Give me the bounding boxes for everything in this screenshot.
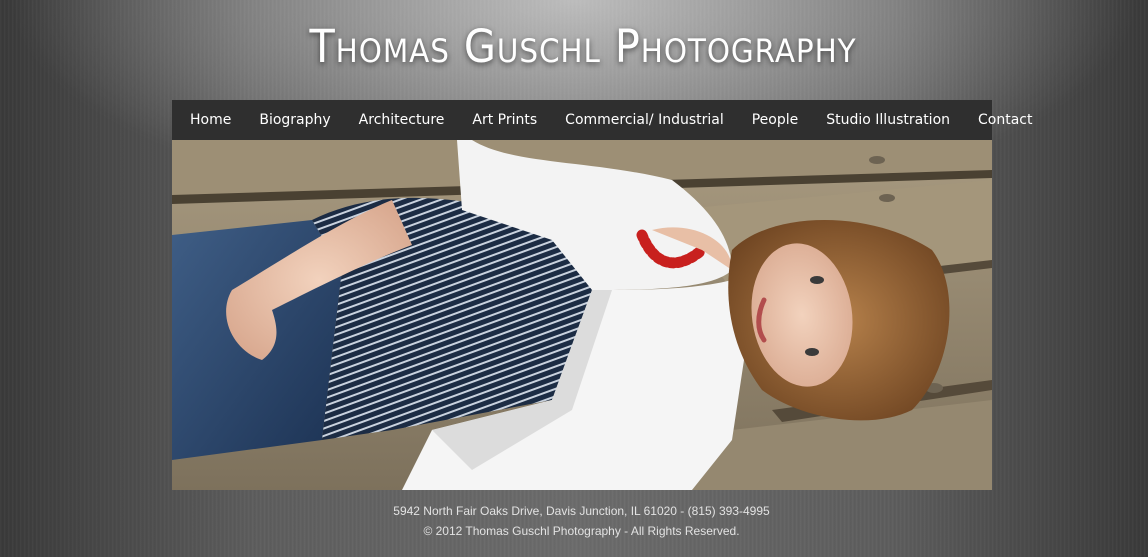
- site-title: Thomas Guschl Photography: [309, 20, 857, 73]
- footer-address: 5942 North Fair Oaks Drive, Davis Juncti…: [393, 504, 770, 518]
- nav-biography[interactable]: Biography: [245, 100, 344, 140]
- nav-commercial-industrial[interactable]: Commercial/ Industrial: [551, 100, 738, 140]
- main-nav: Home Biography Architecture Art Prints C…: [172, 100, 1032, 140]
- nav-contact[interactable]: Contact: [964, 100, 1046, 140]
- footer-copyright: © 2012 Thomas Guschl Photography - All R…: [423, 524, 740, 538]
- nav-home[interactable]: Home: [176, 100, 245, 140]
- nav-studio-illustration[interactable]: Studio Illustration: [812, 100, 964, 140]
- hero-photo: [172, 140, 992, 490]
- nav-art-prints[interactable]: Art Prints: [458, 100, 551, 140]
- nav-people[interactable]: People: [738, 100, 813, 140]
- nav-architecture[interactable]: Architecture: [345, 100, 459, 140]
- hero-photo-illustration: [172, 140, 992, 490]
